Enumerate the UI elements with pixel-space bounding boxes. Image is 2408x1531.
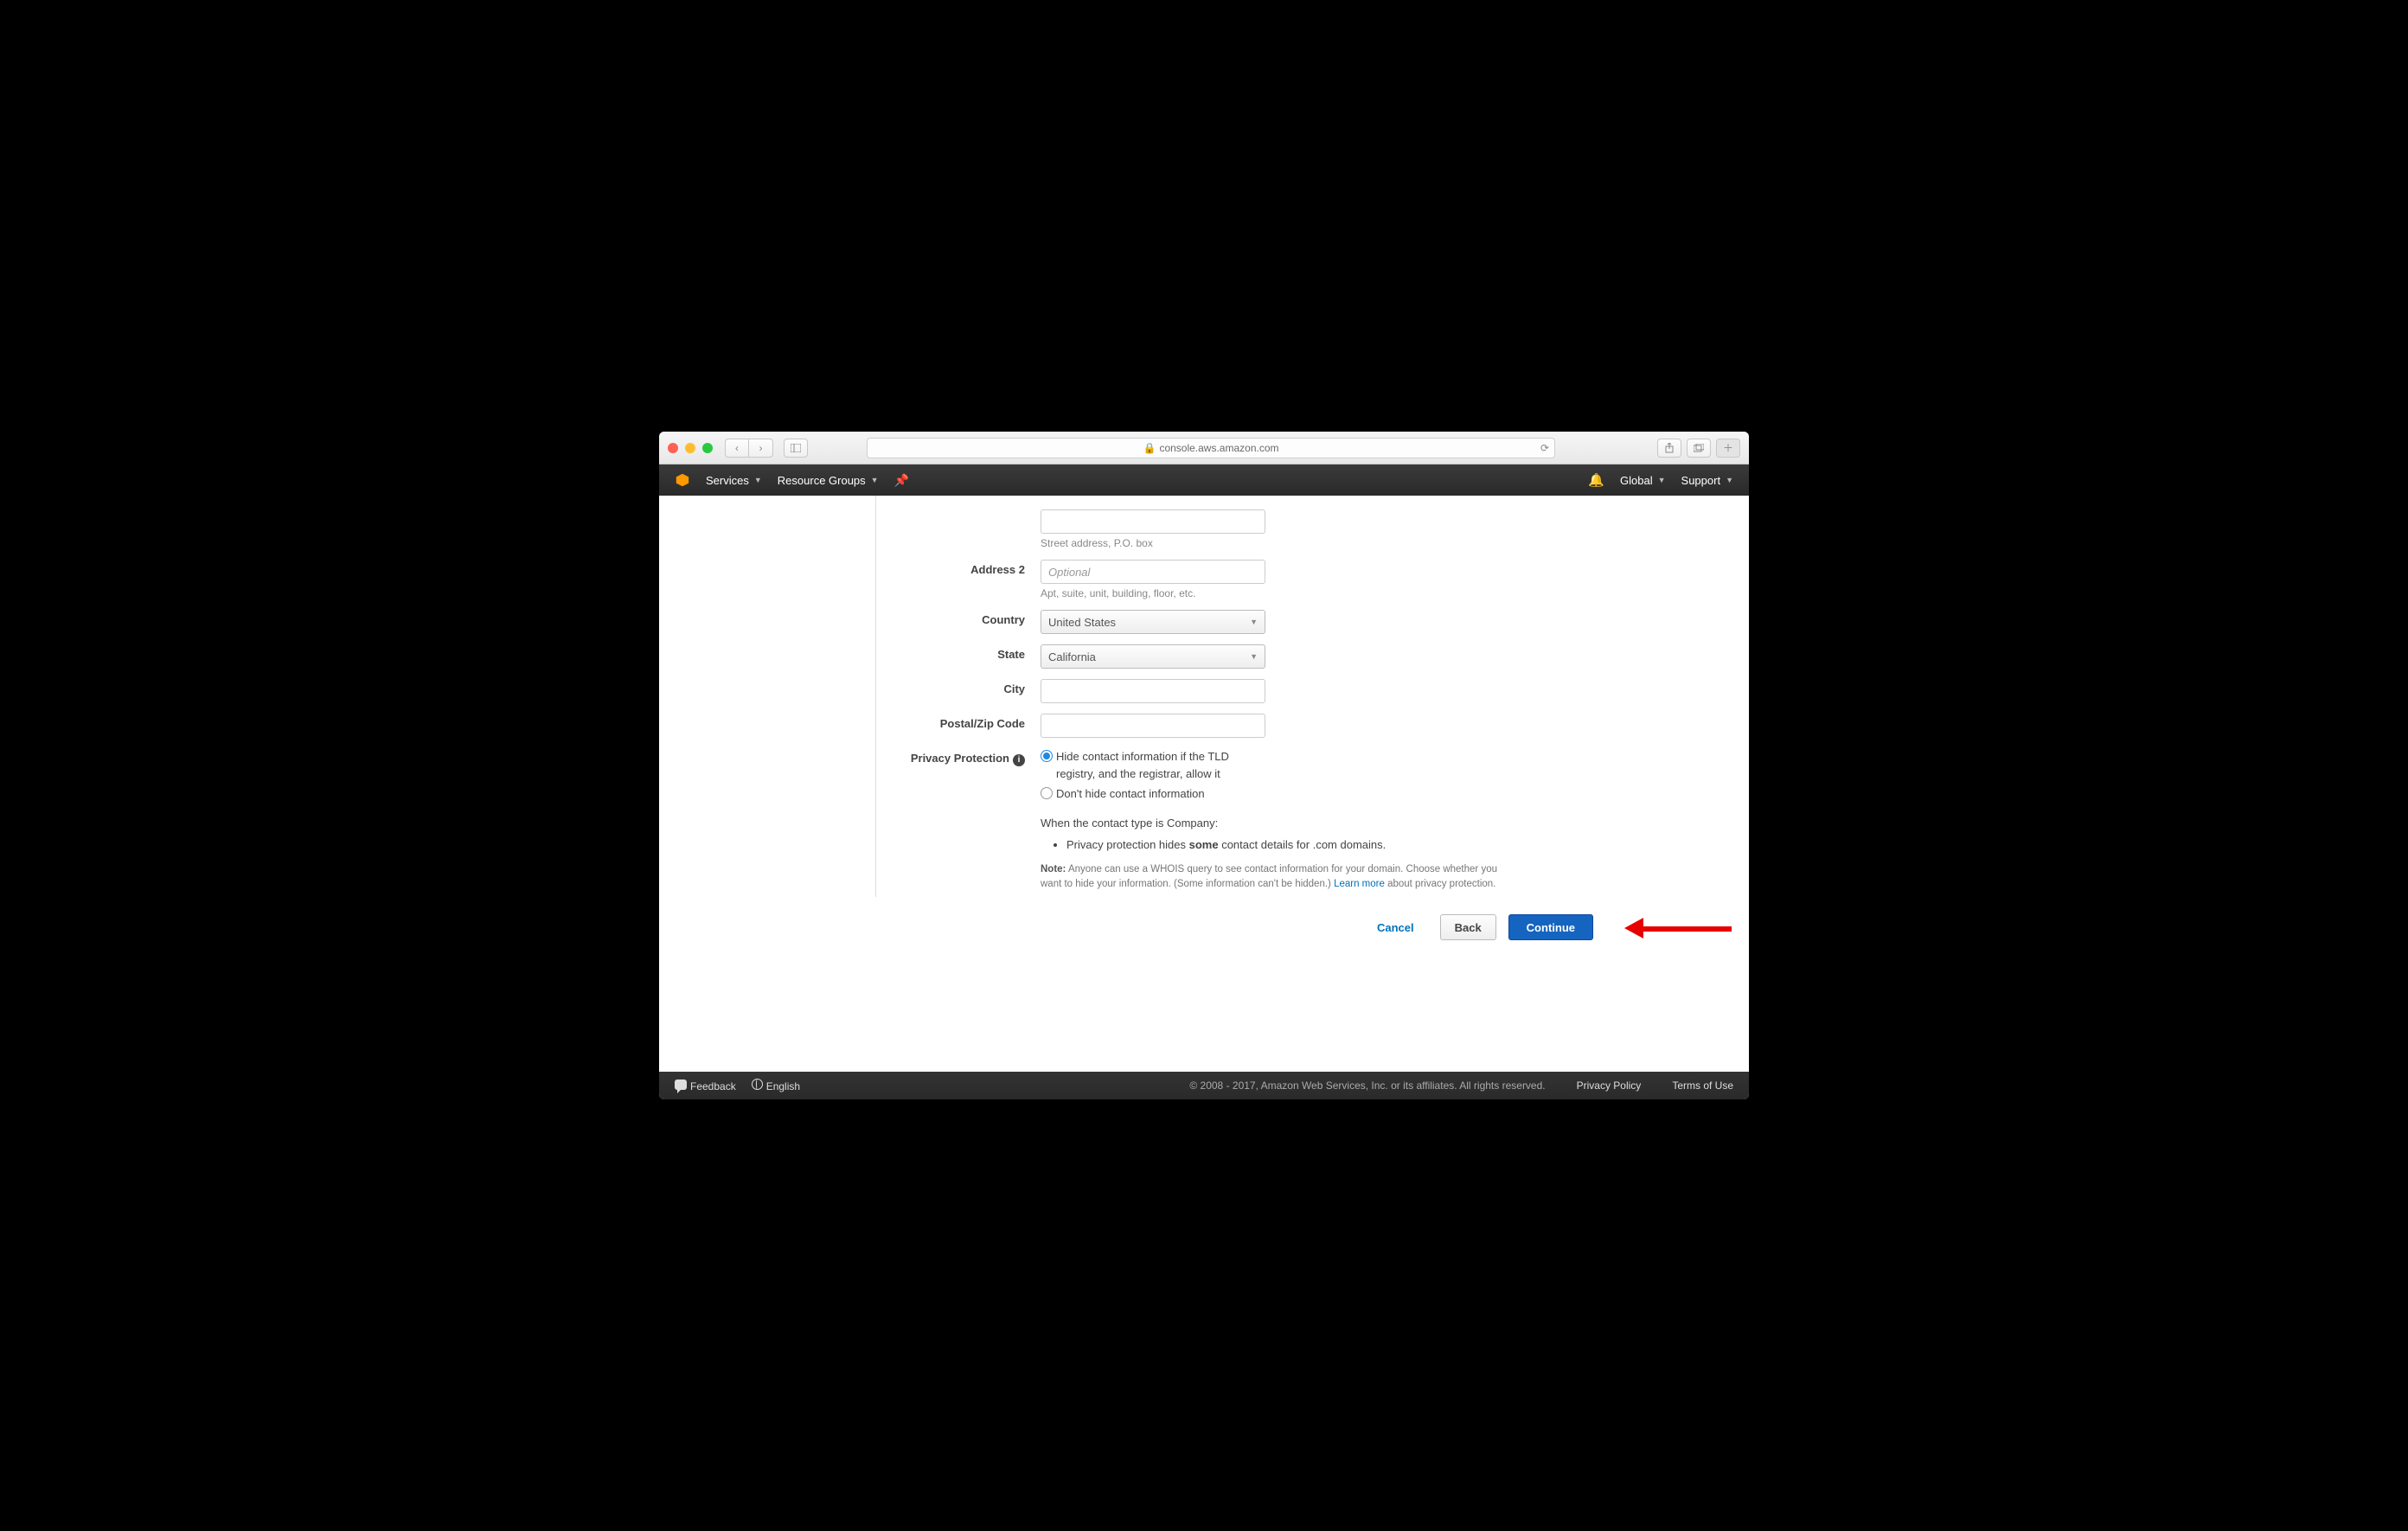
back-nav-button[interactable]: ‹ [725, 439, 749, 458]
region-label: Global [1620, 474, 1653, 487]
support-menu[interactable]: Support ▼ [1681, 474, 1733, 487]
terms-link[interactable]: Terms of Use [1672, 1079, 1733, 1092]
safari-toolbar: ‹ › 🔒 console.aws.amazon.com ⟳ ＋ [659, 432, 1749, 464]
annotation-arrow [1619, 919, 1732, 937]
company-privacy-heading: When the contact type is Company: [1041, 815, 1498, 832]
address2-hint: Apt, suite, unit, building, floor, etc. [1041, 587, 1498, 599]
radio-selected-icon [1041, 750, 1053, 762]
caret-down-icon: ▼ [1658, 476, 1666, 484]
continue-button[interactable]: Continue [1508, 914, 1593, 940]
privacy-show-radio[interactable]: Don't hide contact information [1041, 785, 1498, 803]
privacy-show-label: Don't hide contact information [1056, 785, 1205, 803]
company-privacy-detail: Privacy protection hides some contact de… [1066, 836, 1498, 854]
address2-label: Address 2 [876, 560, 1041, 576]
caret-down-icon: ▼ [871, 476, 879, 484]
caret-down-icon: ▼ [754, 476, 762, 484]
state-value: California [1048, 650, 1096, 663]
feedback-link[interactable]: Feedback [675, 1079, 736, 1092]
country-select[interactable]: United States ▼ [1041, 610, 1265, 634]
resource-groups-menu[interactable]: Resource Groups ▼ [778, 474, 879, 487]
state-label: State [876, 644, 1041, 661]
window-controls [668, 443, 713, 453]
info-icon[interactable]: i [1013, 754, 1025, 766]
copyright-text: © 2008 - 2017, Amazon Web Services, Inc.… [1189, 1079, 1545, 1092]
city-input[interactable] [1041, 679, 1265, 703]
tabs-button[interactable] [1687, 439, 1711, 458]
learn-more-link[interactable]: Learn more [1334, 879, 1385, 889]
privacy-hide-radio[interactable]: Hide contact information if the TLD regi… [1041, 748, 1498, 782]
chevron-down-icon: ▼ [1250, 618, 1258, 626]
privacy-policy-link[interactable]: Privacy Policy [1577, 1079, 1642, 1092]
postal-label: Postal/Zip Code [876, 714, 1041, 730]
minimize-window-button[interactable] [685, 443, 695, 453]
zoom-window-button[interactable] [702, 443, 713, 453]
form-actions: Cancel Back Continue [789, 914, 1619, 940]
privacy-hide-label: Hide contact information if the TLD regi… [1056, 748, 1255, 782]
pin-button[interactable]: 📌 [894, 473, 909, 488]
chevron-down-icon: ▼ [1250, 652, 1258, 661]
back-button[interactable]: Back [1440, 914, 1496, 940]
country-value: United States [1048, 616, 1116, 629]
services-menu[interactable]: Services ▼ [706, 474, 762, 487]
url-text: console.aws.amazon.com [1159, 442, 1278, 454]
sidebar-toggle-button[interactable] [784, 439, 808, 458]
close-window-button[interactable] [668, 443, 678, 453]
speech-bubble-icon [675, 1079, 687, 1090]
privacy-note: Note: Anyone can use a WHOIS query to se… [1041, 862, 1498, 893]
cancel-button[interactable]: Cancel [1363, 914, 1428, 940]
resource-groups-label: Resource Groups [778, 474, 866, 487]
region-menu[interactable]: Global ▼ [1620, 474, 1666, 487]
browser-window: ‹ › 🔒 console.aws.amazon.com ⟳ ＋ Service… [659, 432, 1749, 1099]
aws-footer: Feedback English © 2008 - 2017, Amazon W… [659, 1072, 1749, 1099]
new-tab-button[interactable]: ＋ [1716, 439, 1740, 458]
notifications-button[interactable]: 🔔 [1588, 472, 1604, 488]
country-label: Country [876, 610, 1041, 626]
support-label: Support [1681, 474, 1721, 487]
pin-icon: 📌 [894, 473, 909, 488]
address-bar[interactable]: 🔒 console.aws.amazon.com ⟳ [867, 438, 1555, 458]
city-label: City [876, 679, 1041, 695]
reload-icon[interactable]: ⟳ [1540, 442, 1549, 454]
address2-input[interactable] [1041, 560, 1265, 584]
services-label: Services [706, 474, 749, 487]
aws-top-nav: Services ▼ Resource Groups ▼ 📌 🔔 Global … [659, 464, 1749, 496]
caret-down-icon: ▼ [1726, 476, 1733, 484]
state-select[interactable]: California ▼ [1041, 644, 1265, 669]
globe-icon [752, 1079, 763, 1090]
privacy-label: Privacy Protectioni [876, 748, 1041, 766]
language-selector[interactable]: English [752, 1079, 800, 1092]
address1-hint: Street address, P.O. box [1041, 537, 1498, 549]
forward-nav-button[interactable]: › [749, 439, 773, 458]
address1-input[interactable] [1041, 509, 1265, 534]
contact-form: Street address, P.O. box Address 2 Apt, … [875, 496, 1533, 897]
share-button[interactable] [1657, 439, 1681, 458]
postal-input[interactable] [1041, 714, 1265, 738]
lock-icon: 🔒 [1143, 442, 1156, 454]
radio-unselected-icon [1041, 787, 1053, 799]
page-content: Street address, P.O. box Address 2 Apt, … [659, 496, 1749, 1072]
aws-logo-icon[interactable] [675, 472, 690, 488]
bell-icon: 🔔 [1588, 472, 1604, 488]
